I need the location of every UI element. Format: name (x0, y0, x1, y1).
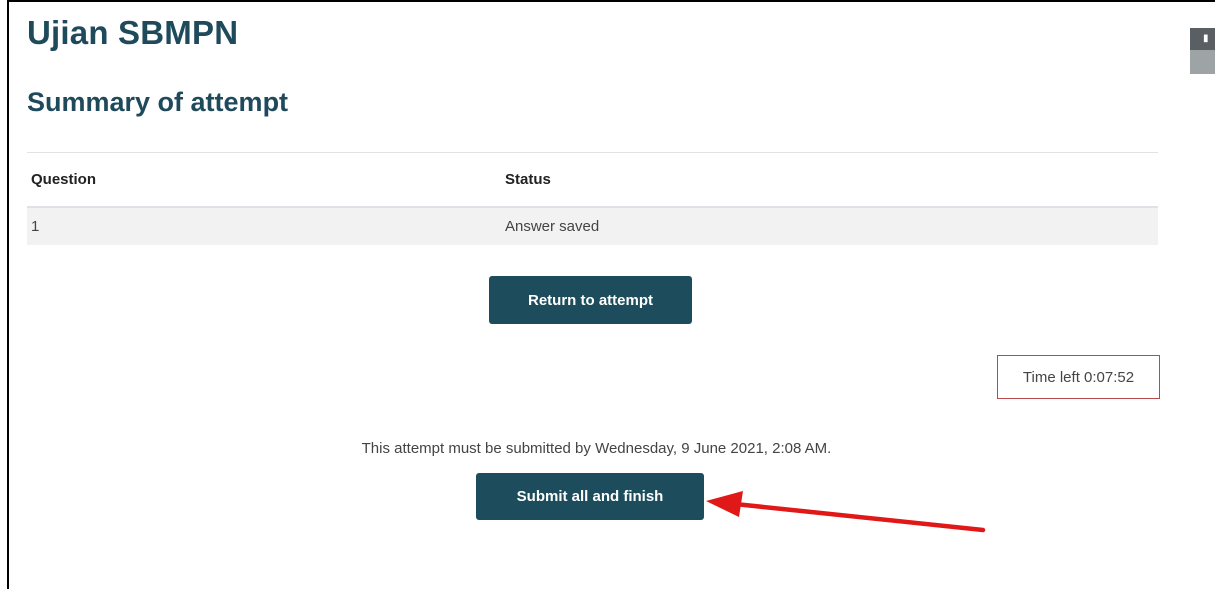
summary-table: Question Status 1 Answer saved (27, 152, 1158, 245)
page-title: Summary of attempt (27, 87, 289, 117)
page-content: Ujian SBMPN Summary of attempt Question … (7, 0, 1215, 589)
column-header-status: Status (501, 152, 1158, 208)
column-header-question: Question (27, 152, 501, 208)
table-row: 1 Answer saved (27, 207, 1158, 245)
question-number-cell: 1 (27, 207, 501, 245)
time-left-timer: Time left 0:07:52 (997, 355, 1160, 399)
course-title: Ujian SBMPN (27, 14, 239, 51)
block-drawer-toggle[interactable]: ▮ (1190, 28, 1215, 74)
drawer-toggle-icon: ▮ (1203, 33, 1209, 44)
return-to-attempt-button[interactable]: Return to attempt (489, 276, 692, 324)
submit-all-and-finish-button[interactable]: Submit all and finish (476, 473, 704, 520)
submission-deadline-text: This attempt must be submitted by Wednes… (361, 440, 832, 457)
table-header-row: Question Status (27, 152, 1158, 208)
status-cell: Answer saved (501, 207, 1158, 245)
